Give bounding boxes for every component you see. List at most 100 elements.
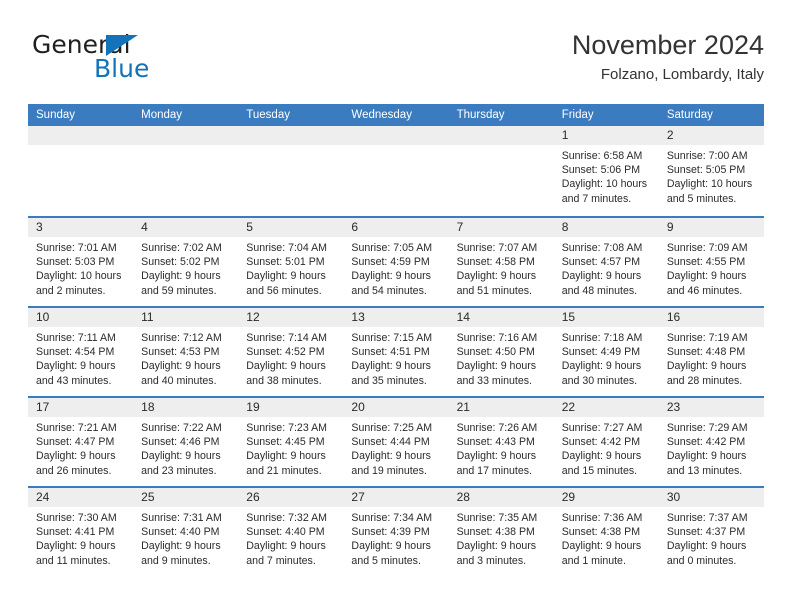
day-number: 25: [133, 488, 239, 507]
day-cell[interactable]: 7 Sunrise: 7:07 AM Sunset: 4:58 PM Dayli…: [448, 218, 554, 306]
sunset-text: Sunset: 4:47 PM: [36, 436, 115, 449]
daylight-text-line1: Daylight: 9 hours: [456, 540, 537, 553]
sunrise-text: Sunrise: 7:02 AM: [141, 242, 222, 254]
calendar-page: General Blue November 2024 Folzano, Lomb…: [0, 0, 792, 612]
week-row: 17 Sunrise: 7:21 AM Sunset: 4:47 PM Dayl…: [28, 396, 764, 486]
daylight-text-line2: and 46 minutes.: [666, 284, 743, 297]
week-row: 1 Sunrise: 6:58 AM Sunset: 5:06 PM Dayli…: [28, 126, 764, 216]
day-cell[interactable]: 28 Sunrise: 7:35 AM Sunset: 4:38 PM Dayl…: [448, 488, 554, 576]
daylight-text-line1: Daylight: 9 hours: [456, 360, 537, 373]
day-details: Sunrise: 7:25 AM Sunset: 4:44 PM Dayligh…: [343, 417, 448, 478]
daylight-text-line1: Daylight: 10 hours: [36, 270, 122, 283]
daylight-text-line1: Daylight: 9 hours: [246, 270, 326, 283]
day-details: Sunrise: 7:31 AM Sunset: 4:40 PM Dayligh…: [133, 507, 238, 568]
daylight-text-line2: and 33 minutes.: [456, 374, 532, 387]
day-cell[interactable]: 26 Sunrise: 7:32 AM Sunset: 4:40 PM Dayl…: [238, 488, 344, 576]
day-cell[interactable]: 30 Sunrise: 7:37 AM Sunset: 4:37 PM Dayl…: [658, 488, 764, 576]
day-cell[interactable]: 25 Sunrise: 7:31 AM Sunset: 4:40 PM Dayl…: [133, 488, 239, 576]
daylight-text-line1: Daylight: 9 hours: [246, 360, 326, 373]
day-details: Sunrise: 7:00 AM Sunset: 5:05 PM Dayligh…: [659, 145, 764, 206]
daylight-text-line1: Daylight: 9 hours: [666, 540, 747, 553]
day-number: 5: [238, 218, 344, 237]
sunrise-text: Sunrise: 7:22 AM: [141, 422, 222, 434]
daylight-text-line2: and 51 minutes.: [456, 284, 532, 297]
daylight-text-line1: Daylight: 10 hours: [561, 178, 648, 191]
day-cell[interactable]: 27 Sunrise: 7:34 AM Sunset: 4:39 PM Dayl…: [343, 488, 449, 576]
daylight-text-line2: and 15 minutes.: [561, 464, 638, 477]
day-cell[interactable]: 13 Sunrise: 7:15 AM Sunset: 4:51 PM Dayl…: [343, 308, 449, 396]
day-cell[interactable]: 20 Sunrise: 7:25 AM Sunset: 4:44 PM Dayl…: [343, 398, 449, 486]
day-cell[interactable]: 14 Sunrise: 7:16 AM Sunset: 4:50 PM Dayl…: [448, 308, 554, 396]
day-cell[interactable]: 18 Sunrise: 7:22 AM Sunset: 4:46 PM Dayl…: [133, 398, 239, 486]
day-cell[interactable]: 15 Sunrise: 7:18 AM Sunset: 4:49 PM Dayl…: [553, 308, 659, 396]
day-details: Sunrise: 7:01 AM Sunset: 5:03 PM Dayligh…: [28, 237, 133, 298]
daylight-text-line1: Daylight: 9 hours: [666, 450, 747, 463]
daylight-text-line2: and 38 minutes.: [246, 374, 322, 387]
day-details: Sunrise: 7:21 AM Sunset: 4:47 PM Dayligh…: [28, 417, 133, 478]
daylight-text-line2: and 3 minutes.: [456, 554, 527, 567]
day-cell[interactable]: 8 Sunrise: 7:08 AM Sunset: 4:57 PM Dayli…: [553, 218, 659, 306]
day-number: 6: [343, 218, 449, 237]
day-cell[interactable]: 29 Sunrise: 7:36 AM Sunset: 4:38 PM Dayl…: [553, 488, 659, 576]
week-row: 3 Sunrise: 7:01 AM Sunset: 5:03 PM Dayli…: [28, 216, 764, 306]
day-cell[interactable]: 17 Sunrise: 7:21 AM Sunset: 4:47 PM Dayl…: [28, 398, 134, 486]
daylight-text-line1: Daylight: 9 hours: [246, 450, 326, 463]
day-details: Sunrise: 7:07 AM Sunset: 4:58 PM Dayligh…: [449, 237, 554, 298]
sunset-text: Sunset: 4:59 PM: [351, 256, 430, 269]
daylight-text-line2: and 35 minutes.: [351, 374, 427, 387]
sunrise-text: Sunrise: 6:58 AM: [561, 150, 643, 162]
day-details: Sunrise: 7:02 AM Sunset: 5:02 PM Dayligh…: [133, 237, 238, 298]
weekday-header-monday: Monday: [141, 109, 183, 121]
general-blue-logo[interactable]: General Blue: [32, 32, 222, 88]
day-cell[interactable]: 22 Sunrise: 7:27 AM Sunset: 4:42 PM Dayl…: [553, 398, 659, 486]
daylight-text-line1: Daylight: 9 hours: [141, 360, 221, 373]
day-cell[interactable]: 5 Sunrise: 7:04 AM Sunset: 5:01 PM Dayli…: [238, 218, 344, 306]
page-title: November 2024: [571, 30, 764, 60]
day-cell[interactable]: 10 Sunrise: 7:11 AM Sunset: 4:54 PM Dayl…: [28, 308, 134, 396]
day-cell[interactable]: 9 Sunrise: 7:09 AM Sunset: 4:55 PM Dayli…: [658, 218, 764, 306]
sunset-text: Sunset: 4:46 PM: [141, 436, 220, 449]
day-cell[interactable]: 23 Sunrise: 7:29 AM Sunset: 4:42 PM Dayl…: [658, 398, 764, 486]
day-number: 26: [238, 488, 344, 507]
day-cell[interactable]: [448, 126, 554, 216]
page-header: General Blue November 2024 Folzano, Lomb…: [28, 28, 764, 96]
sunrise-text: Sunrise: 7:26 AM: [456, 422, 538, 434]
daylight-text-line1: Daylight: 9 hours: [351, 540, 431, 553]
day-cell[interactable]: [133, 126, 239, 216]
day-cell[interactable]: [28, 126, 134, 216]
daylight-text-line2: and 28 minutes.: [666, 374, 743, 387]
sunrise-text: Sunrise: 7:19 AM: [666, 332, 748, 344]
day-number: 17: [28, 398, 134, 417]
sunrise-text: Sunrise: 7:32 AM: [246, 512, 327, 524]
sunset-text: Sunset: 4:40 PM: [246, 526, 325, 539]
day-number: 14: [448, 308, 554, 327]
day-cell[interactable]: 24 Sunrise: 7:30 AM Sunset: 4:41 PM Dayl…: [28, 488, 134, 576]
day-details: Sunrise: 7:27 AM Sunset: 4:42 PM Dayligh…: [554, 417, 659, 478]
sunset-text: Sunset: 4:54 PM: [36, 346, 115, 359]
sunrise-text: Sunrise: 7:30 AM: [36, 512, 117, 524]
sunset-text: Sunset: 4:41 PM: [36, 526, 115, 539]
day-cell[interactable]: 16 Sunrise: 7:19 AM Sunset: 4:48 PM Dayl…: [658, 308, 764, 396]
daylight-text-line1: Daylight: 9 hours: [561, 540, 642, 553]
day-cell[interactable]: 4 Sunrise: 7:02 AM Sunset: 5:02 PM Dayli…: [133, 218, 239, 306]
day-cell[interactable]: 3 Sunrise: 7:01 AM Sunset: 5:03 PM Dayli…: [28, 218, 134, 306]
day-number: 1: [553, 126, 659, 145]
sunrise-text: Sunrise: 7:23 AM: [246, 422, 327, 434]
day-cell[interactable]: 1 Sunrise: 6:58 AM Sunset: 5:06 PM Dayli…: [553, 126, 659, 216]
day-cell[interactable]: 2 Sunrise: 7:00 AM Sunset: 5:05 PM Dayli…: [658, 126, 764, 216]
sunset-text: Sunset: 4:38 PM: [456, 526, 535, 539]
day-cell[interactable]: 6 Sunrise: 7:05 AM Sunset: 4:59 PM Dayli…: [343, 218, 449, 306]
day-cell[interactable]: [343, 126, 449, 216]
day-cell[interactable]: [238, 126, 344, 216]
day-number: 27: [343, 488, 449, 507]
daylight-text-line2: and 11 minutes.: [36, 554, 111, 567]
day-cell[interactable]: 12 Sunrise: 7:14 AM Sunset: 4:52 PM Dayl…: [238, 308, 344, 396]
day-cell[interactable]: 11 Sunrise: 7:12 AM Sunset: 4:53 PM Dayl…: [133, 308, 239, 396]
day-number: [343, 126, 449, 145]
day-cell[interactable]: 19 Sunrise: 7:23 AM Sunset: 4:45 PM Dayl…: [238, 398, 344, 486]
daylight-text-line1: Daylight: 9 hours: [456, 270, 537, 283]
day-details: Sunrise: 7:36 AM Sunset: 4:38 PM Dayligh…: [554, 507, 659, 568]
week-row: 24 Sunrise: 7:30 AM Sunset: 4:41 PM Dayl…: [28, 486, 764, 576]
day-cell[interactable]: 21 Sunrise: 7:26 AM Sunset: 4:43 PM Dayl…: [448, 398, 554, 486]
sunset-text: Sunset: 4:51 PM: [351, 346, 430, 359]
